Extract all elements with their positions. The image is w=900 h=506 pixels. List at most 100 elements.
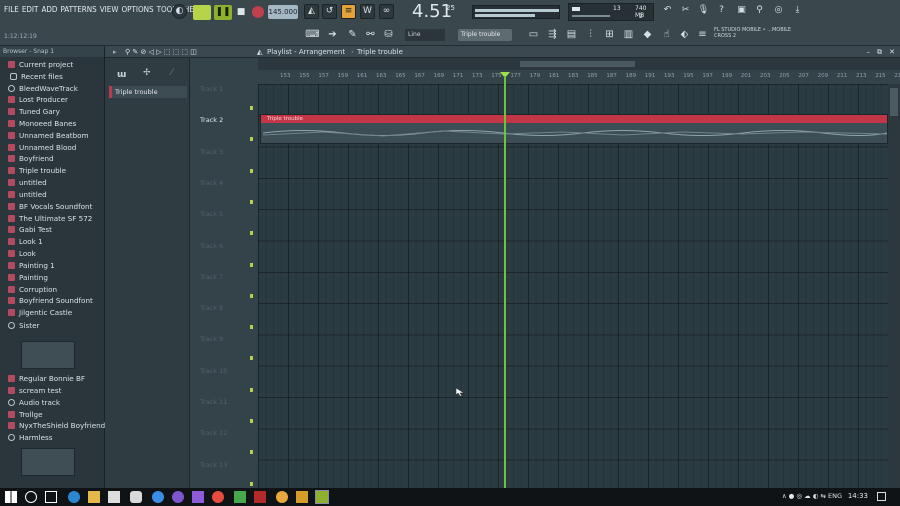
track-label[interactable]: Track 3 xyxy=(200,148,223,156)
touch-icon[interactable]: ☝ xyxy=(659,27,674,42)
help-icon[interactable]: ? xyxy=(714,4,729,19)
track-mute-indicator[interactable] xyxy=(250,106,253,110)
browser-icon[interactable]: ▥ xyxy=(621,27,636,42)
undo-icon[interactable]: ↶ xyxy=(660,4,675,19)
app-icon-1[interactable] xyxy=(130,491,142,503)
horizontal-scrollbar[interactable] xyxy=(258,58,900,70)
step-edit-icon[interactable]: W xyxy=(360,4,375,19)
playlist-pattern-name[interactable]: Triple trouble xyxy=(357,46,403,58)
task-view-icon[interactable] xyxy=(45,491,57,503)
track-mute-indicator[interactable] xyxy=(250,293,253,298)
close-icon[interactable]: ✕ xyxy=(889,46,895,58)
plugin-picker-icon[interactable]: ◆ xyxy=(640,27,655,42)
browser-item[interactable]: NyxTheShield Boyfriend xyxy=(8,420,105,431)
track-label[interactable]: Track 11 xyxy=(200,398,227,406)
audio-clip[interactable]: Triple trouble xyxy=(260,114,888,144)
vertical-scroll-thumb[interactable] xyxy=(890,88,898,116)
snap-select[interactable]: Line xyxy=(405,29,445,41)
track-label[interactable]: Track 1 xyxy=(200,85,223,93)
browser-item[interactable]: Regular Bonnie BF xyxy=(8,373,85,384)
browser-item[interactable]: Audio track xyxy=(8,397,60,408)
browser-item[interactable]: untitled xyxy=(8,177,47,188)
clock[interactable]: 14:33 xyxy=(848,492,868,500)
stop-button[interactable]: ■ xyxy=(234,5,248,20)
pattern-select[interactable]: Triple trouble xyxy=(458,29,512,41)
app-icon-4[interactable] xyxy=(234,491,246,503)
app-icon-5[interactable] xyxy=(254,491,266,503)
pause-button[interactable]: ❚❚ xyxy=(214,5,232,20)
track-mute-indicator[interactable] xyxy=(250,387,253,392)
picker-automation-icon[interactable]: ⁄ xyxy=(171,68,173,78)
picker-pattern-item[interactable]: Triple trouble xyxy=(109,86,187,98)
browser-item[interactable]: Unnamed Beatbom xyxy=(8,130,89,141)
timeline-ruler[interactable]: 153 155 157 159 161 163 165 167 169 171 173 175 177 1… xyxy=(258,70,900,84)
loop-record-icon[interactable]: ∞ xyxy=(379,4,394,19)
track-mute-indicator[interactable] xyxy=(250,262,253,267)
plugin-icon[interactable]: ⚲ xyxy=(752,4,767,19)
browser-item[interactable]: untitled xyxy=(8,189,47,200)
menu-edit[interactable]: EDIT xyxy=(22,5,39,14)
play-button[interactable] xyxy=(193,5,211,20)
brush-icon[interactable]: ✎ xyxy=(345,27,360,42)
start-icon[interactable] xyxy=(5,491,17,503)
scroll-thumb[interactable] xyxy=(520,61,635,67)
piano-roll-icon[interactable]: ▤ xyxy=(564,27,579,42)
playlist-menu-icon[interactable]: ▸ xyxy=(113,46,117,58)
pattern-tools-icon[interactable]: ⇶ xyxy=(545,27,560,42)
system-tray[interactable]: ∧ ● ◎ ☁ ◐ ⇆ ENG xyxy=(782,492,842,500)
track-label[interactable]: Track 7 xyxy=(200,273,223,281)
metronome-icon[interactable]: ◭ xyxy=(304,4,319,19)
notifications-icon[interactable] xyxy=(877,492,886,501)
browser-item[interactable]: Corruption xyxy=(8,284,57,295)
pattern-song-toggle-icon[interactable]: ◐ xyxy=(172,4,187,19)
tag-icon[interactable]: ⬖ xyxy=(677,27,692,42)
browser-item[interactable]: Current project xyxy=(8,59,73,70)
browser-item[interactable]: The Ultimate SF 572 xyxy=(8,213,92,224)
fl-studio-icon[interactable] xyxy=(315,490,329,504)
edge-icon[interactable] xyxy=(68,491,80,503)
track-label[interactable]: Track 4 xyxy=(200,179,223,187)
app-icon-2[interactable] xyxy=(152,491,164,503)
restore-icon[interactable]: ⧉ xyxy=(877,46,882,58)
menu-options[interactable]: OPTIONS xyxy=(121,5,153,14)
menu-file[interactable]: FILE xyxy=(4,5,19,14)
browser-item[interactable]: Harmless xyxy=(8,432,53,443)
browser-item[interactable]: Boyfriend Soundfont xyxy=(8,295,93,306)
browser-item[interactable]: Recent files xyxy=(10,71,63,82)
chat-icon[interactable]: ◎ xyxy=(771,4,786,19)
track-mute-indicator[interactable] xyxy=(250,231,253,236)
browser-item[interactable]: Monoeed Banes xyxy=(8,118,76,129)
open-icon[interactable]: ▭ xyxy=(526,27,541,42)
flag-icon[interactable]: ≡ xyxy=(695,27,710,42)
keyboard-icon[interactable]: ⌨ xyxy=(305,27,320,42)
track-mute-indicator[interactable] xyxy=(250,137,253,142)
track-label[interactable]: Track 12 xyxy=(200,429,227,437)
browser-item[interactable]: Trollge xyxy=(8,409,43,420)
minimize-icon[interactable]: – xyxy=(867,46,871,58)
browser-item[interactable]: Unnamed Blood xyxy=(8,142,76,153)
browser-item[interactable]: BF Vocals Soundfont xyxy=(8,201,92,212)
track-mute-indicator[interactable] xyxy=(250,419,253,423)
tempo-display[interactable]: 145.000 xyxy=(268,5,298,19)
search-icon[interactable] xyxy=(25,491,37,503)
channel-rack-icon[interactable]: ⊞ xyxy=(602,27,617,42)
countdown-icon[interactable]: ≡ xyxy=(341,4,356,19)
playhead[interactable] xyxy=(504,76,506,488)
browser-item[interactable]: Triple trouble xyxy=(8,165,66,176)
link-icon[interactable]: ⚯ xyxy=(363,27,378,42)
discord-icon[interactable] xyxy=(172,491,184,503)
track-mute-indicator[interactable] xyxy=(250,325,253,330)
track-mute-indicator[interactable] xyxy=(250,356,253,361)
download-icon[interactable]: ⤓ xyxy=(790,4,805,19)
arrangement-grid[interactable] xyxy=(258,84,888,488)
browser-item[interactable]: Lost Producer xyxy=(8,94,68,105)
browser-item[interactable]: Painting 1 xyxy=(8,260,55,271)
track-label[interactable]: Track 6 xyxy=(200,242,223,250)
browser-item[interactable]: Look xyxy=(8,248,36,259)
track-mute-indicator[interactable] xyxy=(250,168,253,173)
browser-item[interactable]: Look 1 xyxy=(8,236,43,247)
wait-icon[interactable]: ↺ xyxy=(322,4,337,19)
picker-pattern-icon[interactable]: ɯ xyxy=(117,70,126,80)
vertical-scrollbar[interactable] xyxy=(888,84,900,488)
track-label[interactable]: Track 2 xyxy=(200,116,223,124)
